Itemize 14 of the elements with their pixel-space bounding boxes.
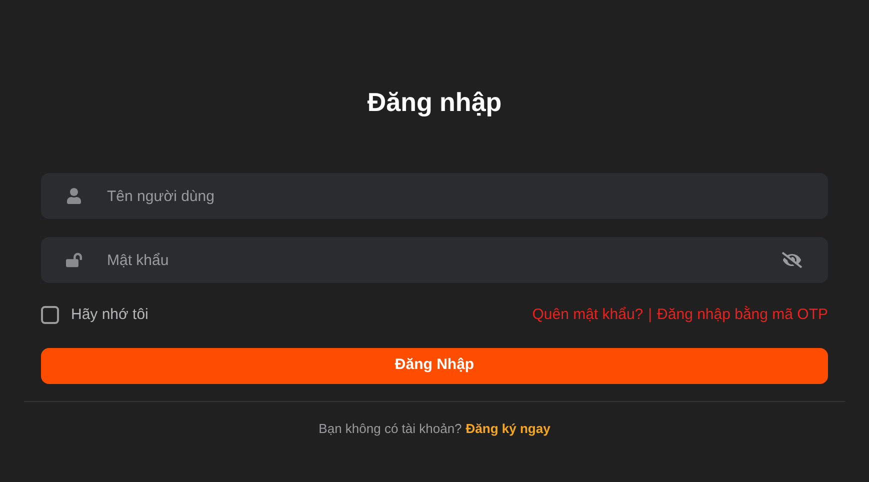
forgot-password-link[interactable]: Quên mật khẩu?	[532, 304, 644, 326]
eye-slash-icon[interactable]	[782, 250, 802, 270]
link-separator: |	[648, 305, 652, 325]
lock-icon	[66, 252, 82, 268]
page-title: Đăng nhập	[367, 86, 502, 118]
user-icon	[66, 188, 82, 204]
otp-login-link[interactable]: Đăng nhập bằng mã OTP	[657, 304, 828, 326]
signup-prompt: Bạn không có tài khoản?	[318, 420, 462, 438]
username-field[interactable]: Tên người dùng	[41, 173, 828, 219]
remember-label: Hãy nhớ tôi	[71, 305, 148, 325]
password-field[interactable]: Mật khẩu	[41, 237, 828, 283]
signup-link[interactable]: Đăng ký ngay	[466, 418, 550, 438]
remember-checkbox[interactable]	[41, 306, 59, 324]
login-button[interactable]: Đăng Nhập	[41, 348, 828, 384]
